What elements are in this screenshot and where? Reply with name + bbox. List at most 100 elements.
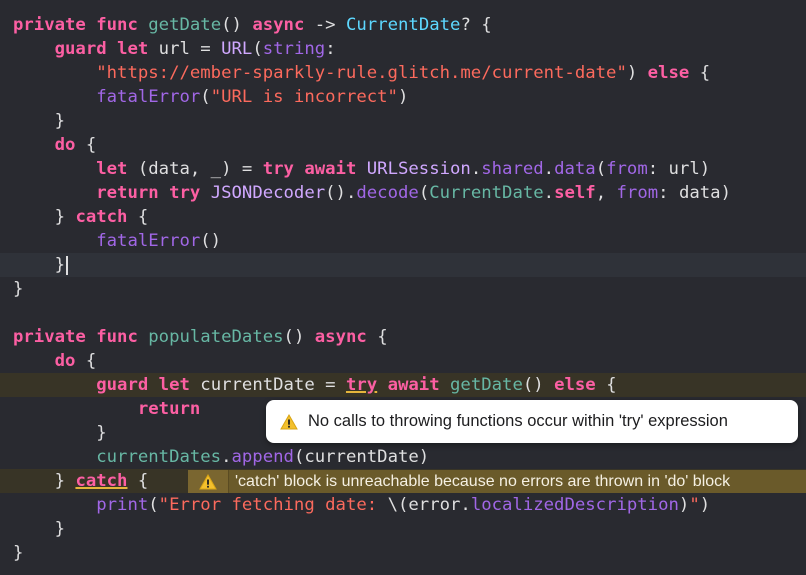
code-line[interactable]: [0, 301, 806, 325]
code-token: }: [13, 423, 107, 443]
warning-triangle-icon: [280, 413, 298, 430]
inline-warning-badge[interactable]: [188, 470, 229, 493]
code-token: (: [252, 39, 263, 59]
code-line[interactable]: fatalError("URL is incorrect"): [0, 85, 806, 109]
code-token: }: [13, 207, 76, 227]
code-token: (data, _) =: [127, 159, 263, 179]
code-line[interactable]: fatalError(): [0, 229, 806, 253]
code-token: async: [252, 15, 305, 35]
code-line[interactable]: return try JSONDecoder().decode(CurrentD…: [0, 181, 806, 205]
code-token: getDate: [148, 15, 222, 35]
code-token: .: [221, 447, 232, 467]
code-token: }: [13, 111, 66, 131]
code-token: (): [522, 375, 555, 395]
code-token: self: [554, 183, 596, 203]
code-token: data: [554, 159, 596, 179]
code-token: fatalError: [96, 231, 201, 251]
code-line[interactable]: "https://ember-sparkly-rule.glitch.me/cu…: [0, 61, 806, 85]
code-token: {: [689, 63, 711, 83]
code-token: return: [96, 183, 159, 203]
code-token: func: [96, 327, 138, 347]
code-token: {: [75, 135, 97, 155]
code-line[interactable]: private func getDate() async -> CurrentD…: [0, 13, 806, 37]
code-token: ": [689, 495, 700, 515]
code-token: : url): [647, 159, 711, 179]
code-token: from: [606, 159, 648, 179]
code-token: print: [96, 495, 149, 515]
code-token: ->: [304, 15, 346, 35]
code-line[interactable]: } catch {: [0, 205, 806, 229]
warning-triangle-icon: [199, 473, 217, 490]
code-token: catch: [75, 207, 128, 227]
code-token: catch: [75, 471, 128, 491]
code-line[interactable]: do {: [0, 133, 806, 157]
code-token: }: [13, 279, 24, 299]
code-token: (: [200, 87, 211, 107]
code-token: else: [647, 63, 690, 83]
code-line[interactable]: currentDates.append(currentDate): [0, 445, 806, 469]
code-token: .: [470, 159, 482, 179]
code-token: let: [158, 375, 190, 395]
code-line[interactable]: guard let currentDate = try await getDat…: [0, 373, 806, 397]
code-token: (: [148, 495, 159, 515]
code-token: guard: [54, 39, 107, 59]
code-line[interactable]: print("Error fetching date: \(error.loca…: [0, 493, 806, 517]
code-token: (currentDate): [293, 447, 430, 467]
code-token: do: [54, 135, 76, 155]
code-line[interactable]: }: [0, 277, 806, 301]
code-line[interactable]: do {: [0, 349, 806, 373]
code-token: {: [595, 375, 617, 395]
code-token: await: [387, 375, 440, 395]
code-token: guard: [96, 375, 149, 395]
code-line[interactable]: guard let url = URL(string:: [0, 37, 806, 61]
code-token: {: [127, 471, 149, 491]
code-token: shared: [481, 159, 544, 179]
code-token: private: [13, 15, 86, 35]
code-token: .: [543, 159, 555, 179]
code-token: getDate: [450, 375, 523, 395]
code-token: else: [554, 375, 596, 395]
code-token: ): [626, 63, 648, 83]
code-token: string: [262, 39, 326, 59]
code-token: ): [699, 495, 711, 515]
code-token: currentDate =: [189, 375, 346, 395]
code-token: "https://ember-sparkly-rule.glitch.me/cu…: [96, 63, 627, 83]
code-token: fatalError: [96, 87, 201, 107]
code-token: (): [200, 231, 222, 251]
code-token: try: [345, 375, 378, 395]
code-line[interactable]: let (data, _) = try await URLSession.sha…: [0, 157, 806, 181]
code-token: :: [325, 39, 336, 59]
code-token: : data): [658, 183, 731, 203]
code-line[interactable]: private func populateDates() async {: [0, 325, 806, 349]
code-token: localizedDescription: [470, 495, 679, 515]
code-token: async: [314, 327, 367, 347]
code-token: (: [595, 159, 607, 179]
code-token: ,: [595, 183, 617, 203]
inline-warning-banner[interactable]: 'catch' block is unreachable because no …: [188, 470, 806, 493]
code-token: try: [169, 183, 201, 203]
code-line[interactable]: }: [0, 517, 806, 541]
code-token: {: [366, 327, 388, 347]
code-token: decode: [356, 183, 419, 203]
code-token: (): [283, 327, 315, 347]
code-line[interactable]: }: [0, 253, 806, 277]
code-line[interactable]: }: [0, 541, 806, 565]
warning-popover-text: No calls to throwing functions occur wit…: [308, 412, 728, 430]
code-token: "URL is incorrect": [210, 87, 398, 107]
code-token: ): [397, 87, 409, 107]
code-line[interactable]: }: [0, 109, 806, 133]
code-token: try: [262, 159, 294, 179]
